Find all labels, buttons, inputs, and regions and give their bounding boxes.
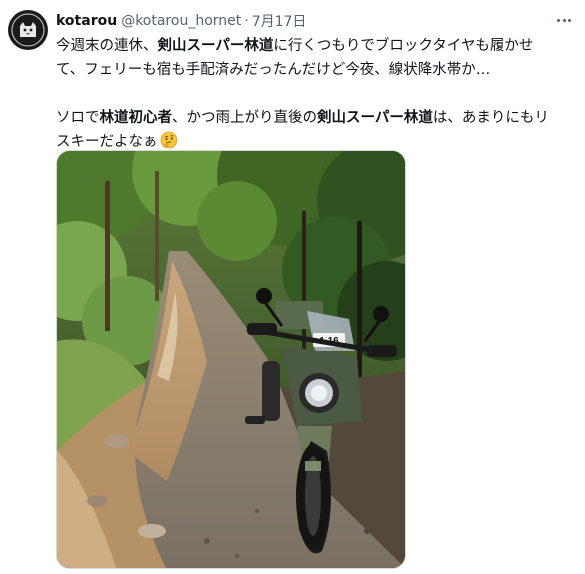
tweet-header: kotarou @kotarou_hornet · 7月17日 bbox=[56, 11, 306, 31]
text-bold-segment: 剣山スーパー林道 bbox=[157, 38, 274, 54]
text-line: て、フェリーも宿も手配済みだったんだけど今夜、線状降水帯か… bbox=[56, 58, 576, 82]
tweet-photo[interactable]: 1 16 bbox=[56, 150, 406, 569]
text-segment: は、あまりにもリ bbox=[432, 110, 549, 126]
tweet-date[interactable]: 7月17日 bbox=[252, 11, 307, 31]
text-bold-segment: 林道初心者 bbox=[99, 110, 173, 126]
more-options-icon[interactable] bbox=[552, 9, 576, 31]
text-segment: 、かつ雨上がり直後の bbox=[172, 110, 317, 126]
text-segment: 今週末の連休、 bbox=[56, 38, 158, 54]
tweet-text: 今週末の連休、剣山スーパー林道に行くつもりでブロックタイヤも履かせ て、フェリー… bbox=[56, 34, 576, 154]
text-segment: て、フェリーも宿も手配済みだったんだけど今夜、線状降水帯か… bbox=[56, 62, 491, 78]
header-separator: · bbox=[244, 13, 249, 29]
text-segment: に行くつもりでブロックタイヤも履かせ bbox=[273, 38, 534, 54]
text-segment: スキーだよなぁ bbox=[56, 134, 158, 150]
cat-logo-icon bbox=[9, 11, 47, 49]
text-bold-segment: 剣山スーパー林道 bbox=[317, 110, 433, 126]
motorcycle-forest-road-photo: 1 16 bbox=[57, 151, 405, 568]
avatar[interactable] bbox=[8, 10, 48, 50]
text-line: 今週末の連休、剣山スーパー林道に行くつもりでブロックタイヤも履かせ bbox=[56, 34, 576, 58]
text-line: ソロで林道初心者、かつ雨上がり直後の剣山スーパー林道は、あまりにもリ bbox=[56, 106, 576, 130]
text-segment: ソロで bbox=[56, 110, 100, 126]
author-name[interactable]: kotarou bbox=[56, 13, 117, 29]
author-handle[interactable]: @kotarou_hornet bbox=[121, 13, 241, 29]
tweet-card: kotarou @kotarou_hornet · 7月17日 今週末の連休、剣… bbox=[0, 0, 585, 574]
